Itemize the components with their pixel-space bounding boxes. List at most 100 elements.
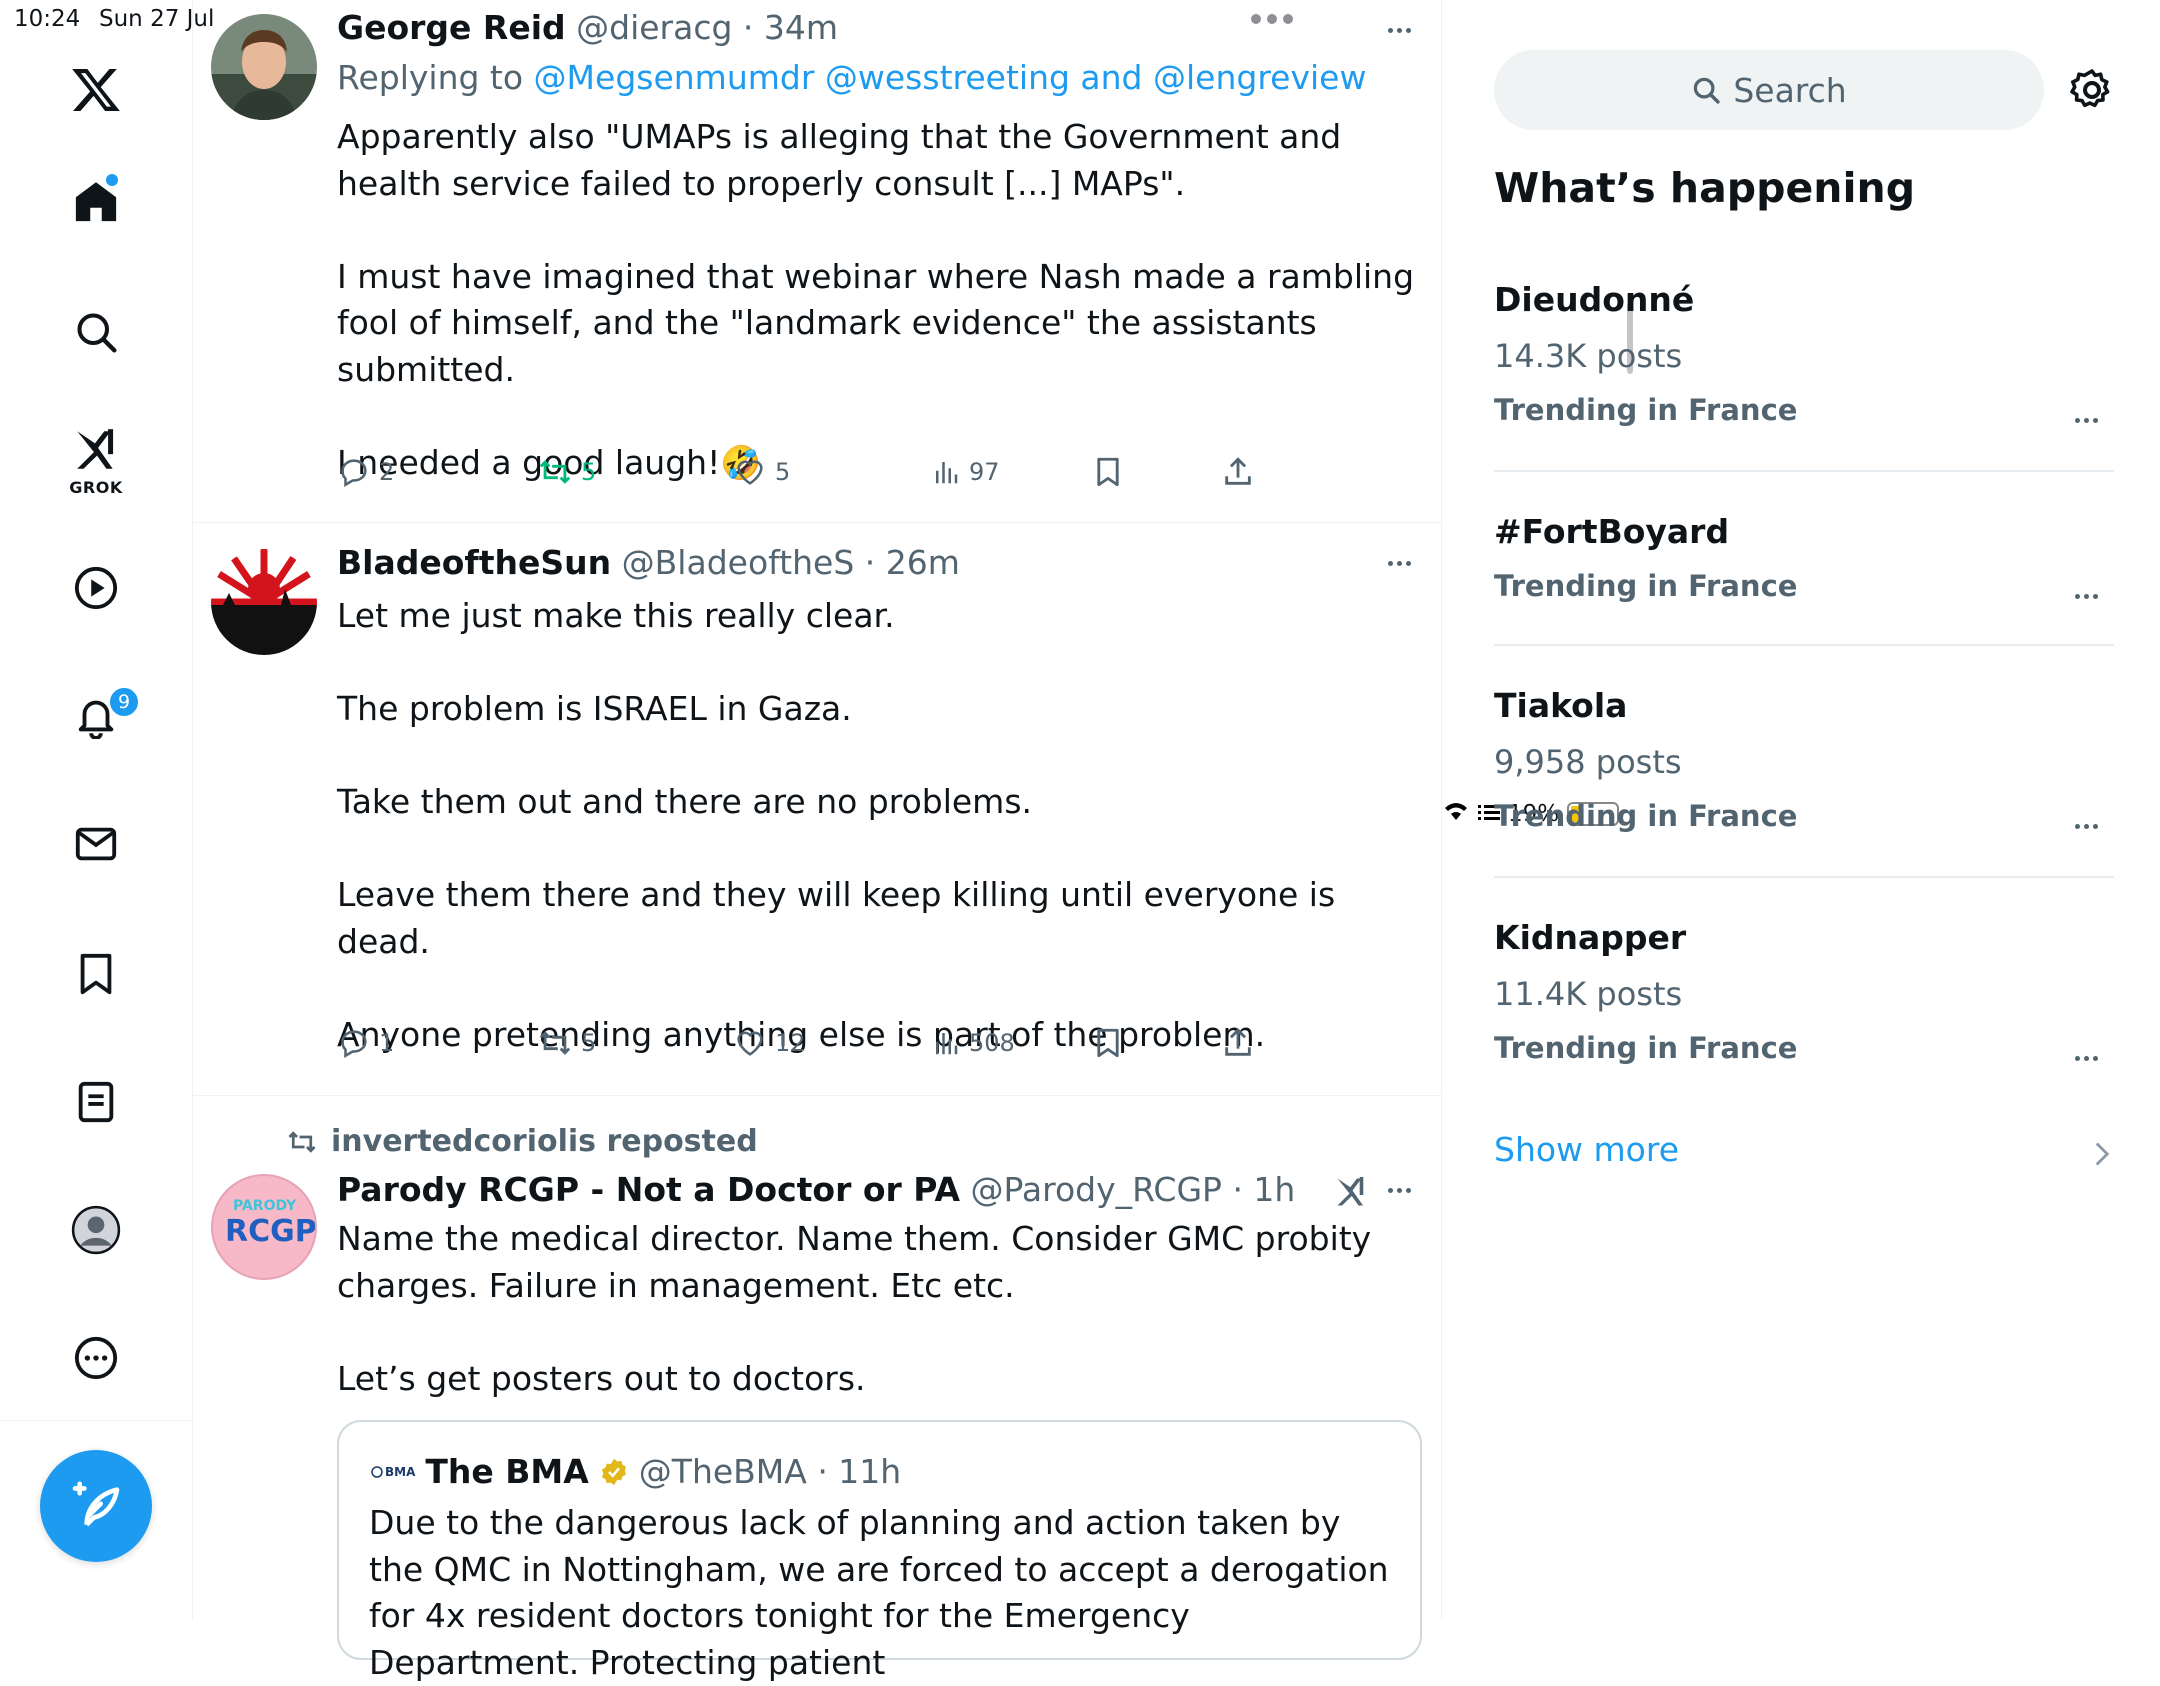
avatar[interactable]: PARODY RCGP	[211, 1174, 317, 1280]
reposted-by[interactable]: invertedcoriolis reposted	[331, 1124, 758, 1159]
author-name[interactable]: BladeoftheSun	[337, 543, 611, 582]
views-button[interactable]: 97	[931, 452, 1000, 492]
tweet-text: Apparently also "UMAPs is alleging that …	[337, 114, 1422, 486]
tweet-more-icon[interactable]	[1379, 20, 1419, 40]
grok-icon[interactable]	[68, 422, 124, 478]
trend-context: Trending in France	[1494, 799, 1798, 833]
trend-divider	[1494, 644, 2114, 646]
avatar[interactable]	[211, 14, 317, 120]
verified-gold-badge-icon	[601, 1458, 626, 1485]
show-more-link[interactable]: Show more	[1494, 1130, 1679, 1169]
repost-count: 5	[581, 1029, 597, 1057]
trend-more-icon[interactable]	[2066, 410, 2106, 430]
author-name[interactable]: Parody RCGP - Not a Doctor or PA	[337, 1170, 960, 1209]
search-placeholder: Search	[1733, 70, 1847, 110]
video-play-icon[interactable]	[68, 560, 124, 616]
quoted-author-meta: @TheBMA · 11h	[638, 1452, 902, 1491]
grok-explain-icon[interactable]	[1333, 1172, 1369, 1216]
share-button[interactable]	[1221, 452, 1255, 492]
trend-count: 14.3K posts	[1494, 337, 1683, 375]
quoted-author-name[interactable]: The BMA	[425, 1452, 588, 1491]
right-sidebar: Search What’s happening Dieudonné 14.3K …	[1442, 0, 2160, 1620]
tweet-paragraph: Name the medical director. Name them. Co…	[337, 1219, 1372, 1305]
author-meta: @Parody_RCGP · 1h	[970, 1170, 1296, 1209]
trend-name: Dieudonné	[1494, 280, 1695, 319]
trend-more-icon[interactable]	[2066, 586, 2106, 606]
reply-button[interactable]: 2	[337, 452, 394, 492]
timeline-feed: George Reid @dieracg · 34m Replying to @…	[193, 0, 1633, 1682]
reply-button[interactable]: 1	[337, 1023, 394, 1063]
reposted-indicator: invertedcoriolis reposted	[285, 1124, 758, 1159]
author-meta: @dieracg · 34m	[576, 8, 839, 47]
x-logo-icon[interactable]	[68, 62, 124, 118]
reply-count: 1	[379, 1029, 395, 1057]
trend-context: Trending in France	[1494, 569, 1798, 603]
heart-icon	[737, 1031, 763, 1056]
messages-mail-icon[interactable]	[68, 816, 124, 872]
like-button[interactable]: 12	[733, 1023, 806, 1063]
trend-name: #FortBoyard	[1494, 512, 1730, 551]
search-icon	[1694, 77, 1720, 104]
trend-count: 9,958 posts	[1494, 743, 1682, 781]
tweet-bladeofthesun[interactable]: BladeoftheSun @BladeoftheS · 26m Let me …	[193, 523, 1441, 1096]
avatar[interactable]	[211, 549, 317, 655]
views-button[interactable]: 508	[931, 1023, 1015, 1063]
bookmark-button[interactable]	[1091, 452, 1125, 492]
repost-icon	[539, 460, 571, 484]
search-nav-icon[interactable]	[68, 304, 124, 360]
trend-more-icon[interactable]	[2066, 816, 2106, 836]
tweet-more-icon[interactable]	[1379, 1180, 1419, 1200]
quoted-tweet[interactable]: BMA The BMA @TheBMA · 11h Due to the dan…	[337, 1420, 1422, 1682]
tweet-parody-rcgp[interactable]: invertedcoriolis reposted PARODY RCGP Pa…	[193, 1096, 1441, 1682]
tweet-text: Let me just make this really clear. The …	[337, 593, 1422, 1058]
like-count: 5	[775, 458, 791, 486]
bookmark-icon	[1097, 1028, 1119, 1058]
repost-icon	[539, 1031, 571, 1055]
trend-item[interactable]: Kidnapper 11.4K posts Trending in France	[1494, 918, 2114, 1065]
replying-mentions[interactable]: @Megsenmumdr @wesstreeting and @lengrevi…	[534, 58, 1367, 97]
compose-post-button[interactable]	[40, 1450, 152, 1562]
trend-item[interactable]: Dieudonné 14.3K posts Trending in France	[1494, 280, 2114, 427]
grok-label: GROK	[69, 478, 123, 497]
chevron-right-icon[interactable]	[2092, 1140, 2112, 1172]
more-options-icon[interactable]	[68, 1330, 124, 1386]
tweet-actions: 1 5 12 508	[337, 1023, 1337, 1063]
tweet-george-reid[interactable]: George Reid @dieracg · 34m Replying to @…	[193, 0, 1441, 523]
tweet-header: Parody RCGP - Not a Doctor or PA @Parody…	[337, 1170, 1295, 1209]
tweet-paragraph: Let’s get posters out to doctors.	[337, 1358, 866, 1398]
replying-to: Replying to @Megsenmumdr @wesstreeting a…	[337, 58, 1366, 97]
lists-icon[interactable]	[68, 1074, 124, 1130]
tweet-header: BladeoftheSun @BladeoftheS · 26m	[337, 543, 960, 582]
repost-small-icon	[288, 1130, 316, 1153]
tweet-paragraph: Apparently also "UMAPs is alleging that …	[337, 117, 1342, 203]
like-count: 12	[775, 1029, 806, 1057]
share-button[interactable]	[1221, 1023, 1255, 1063]
tweet-paragraph: The problem is ISRAEL in Gaza.	[337, 689, 852, 728]
repost-button[interactable]: 5	[537, 1023, 596, 1063]
bookmarks-icon[interactable]	[68, 946, 124, 1002]
share-upload-icon	[1225, 457, 1251, 485]
trend-item[interactable]: #FortBoyard Trending in France	[1494, 512, 2114, 603]
tweet-header: George Reid @dieracg · 34m	[337, 8, 838, 47]
trend-context: Trending in France	[1494, 1031, 1798, 1065]
replying-prefix: Replying to	[337, 58, 524, 97]
home-notification-dot	[106, 174, 118, 186]
profile-icon[interactable]	[68, 1202, 124, 1258]
tweet-more-icon[interactable]	[1379, 553, 1419, 573]
search-input[interactable]: Search	[1494, 50, 2044, 130]
repost-count: 5	[581, 458, 597, 486]
author-name[interactable]: George Reid	[337, 8, 566, 47]
tweet-paragraph: Leave them there and they will keep kill…	[337, 875, 1336, 961]
trend-more-icon[interactable]	[2066, 1048, 2106, 1068]
bookmark-button[interactable]	[1091, 1023, 1125, 1063]
reply-icon	[341, 459, 367, 488]
avatar-parody-text: PARODY	[233, 1198, 297, 1214]
like-button[interactable]: 5	[733, 452, 790, 492]
trend-item[interactable]: Tiakola 9,958 posts Trending in France	[1494, 686, 2114, 833]
settings-gear-icon[interactable]	[2068, 66, 2116, 114]
tweet-paragraph: I must have imagined that webinar where …	[337, 256, 1415, 389]
nav-divider	[0, 1420, 192, 1421]
author-meta: @BladeoftheS · 26m	[621, 543, 960, 582]
repost-button[interactable]: 5	[537, 452, 596, 492]
trend-count: 11.4K posts	[1494, 975, 1683, 1013]
